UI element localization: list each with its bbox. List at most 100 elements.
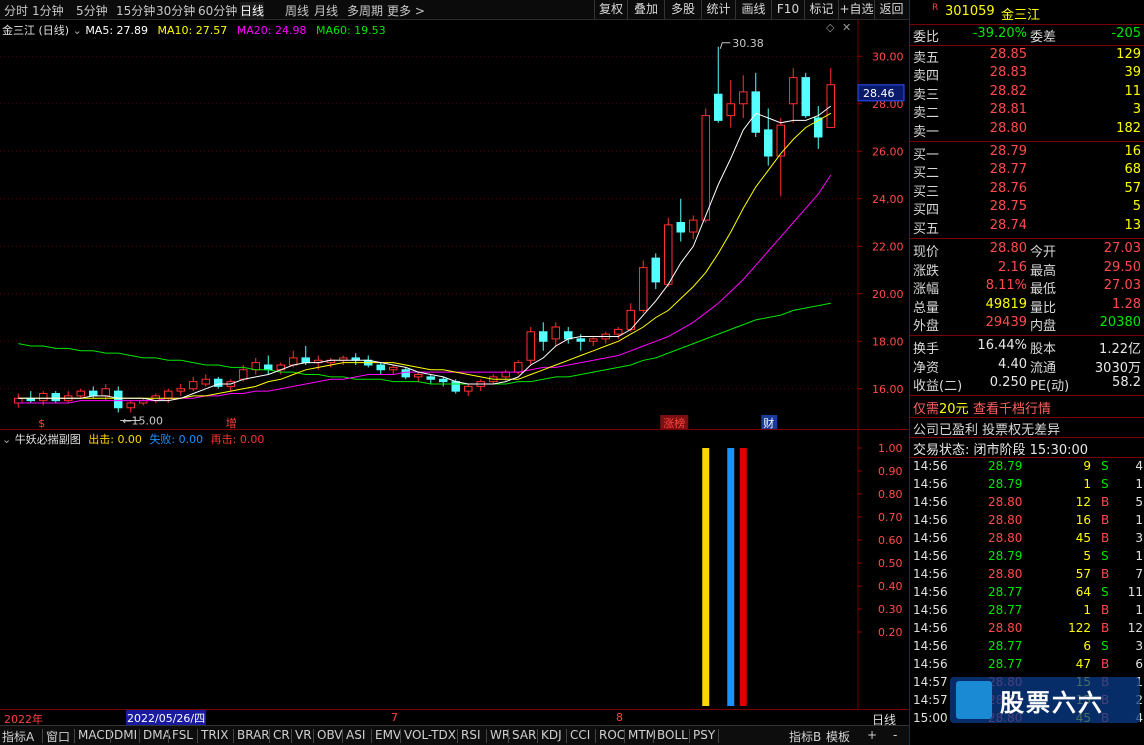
indicator-tab-4[interactable]: DMA	[143, 728, 171, 742]
chevron-down-icon[interactable]: ⌄	[73, 24, 82, 37]
stat-value-2: 29.50	[1103, 259, 1141, 275]
tick-side: S	[1101, 477, 1109, 491]
ask-price: 28.80	[989, 120, 1027, 136]
timeframe-6[interactable]: 日线	[240, 2, 265, 19]
plot-background	[0, 20, 909, 429]
separator	[910, 457, 1144, 458]
timeframe-8[interactable]: 月线	[314, 2, 338, 19]
timeframe-3[interactable]: 15分钟	[116, 2, 155, 19]
tab-divider	[371, 729, 372, 743]
candle-body	[639, 267, 648, 311]
kline-chart-area[interactable]: 30.00 28.00 26.00 24.00 22.00 20.00 18.00 16.00…	[0, 20, 909, 431]
fundamental-value: 4.40	[998, 356, 1027, 372]
ask-label: 卖一	[913, 124, 940, 140]
toolbar-button-7[interactable]: +自选	[838, 0, 874, 20]
indicator-tab-13[interactable]: VOL-TDX	[404, 728, 456, 742]
event-marker[interactable]: $	[38, 417, 45, 430]
tick-volume: 12	[1075, 495, 1091, 509]
candle-body	[89, 390, 98, 397]
toolbar-button-0[interactable]: 复权	[594, 0, 627, 20]
indicator-tab-right-0[interactable]: 指标B	[789, 728, 821, 745]
indicator-tab-8[interactable]: CR	[273, 728, 290, 742]
timeframe-0[interactable]: 分时	[4, 2, 28, 19]
timeframe-9[interactable]: 多周期	[347, 2, 383, 19]
indicator-tab-right-3[interactable]: -	[893, 728, 897, 742]
indicator-ytick-label: 0.80	[878, 488, 903, 501]
tick-side: B	[1101, 657, 1110, 671]
bid-price: 28.77	[989, 162, 1027, 178]
event-marker[interactable]: 涨榜	[663, 416, 685, 430]
toolbar-button-5[interactable]: F10	[771, 0, 804, 20]
tick-count: 11	[1127, 585, 1143, 599]
tab-divider	[457, 729, 458, 743]
indicator-tab-21[interactable]: BOLL	[657, 728, 688, 742]
indicator-tab-0[interactable]: 指标A	[2, 728, 34, 745]
indicator-tab-17[interactable]: KDJ	[541, 728, 562, 742]
bid-row: 买一 28.79 16	[910, 144, 1144, 163]
ask-label: 卖二	[913, 106, 940, 122]
bid-price: 28.76	[989, 180, 1027, 196]
toolbar-button-1[interactable]: 叠加	[627, 0, 664, 20]
toolbar-button-8[interactable]: 返回	[874, 0, 908, 20]
indicator-tab-6[interactable]: TRIX	[201, 728, 228, 742]
candle-body	[101, 388, 110, 397]
candle-body	[51, 393, 60, 402]
indicator-tab-18[interactable]: CCI	[570, 728, 590, 742]
toolbar-button-4[interactable]: 画线	[735, 0, 771, 20]
indicator-tab-5[interactable]: FSL	[172, 728, 193, 742]
close-icon[interactable]: ✕	[842, 21, 851, 34]
ask-row: 卖二 28.81 3	[910, 102, 1144, 122]
timeframe-10[interactable]: 更多 >	[387, 2, 425, 19]
indicator-tab-12[interactable]: EMV	[375, 728, 401, 742]
tick-time: 14:56	[913, 495, 948, 509]
chevron-down-icon[interactable]: ⌄	[2, 433, 11, 446]
promo-link[interactable]: 仅需 20元 查看千档行情	[910, 398, 1144, 417]
indicator-tab-16[interactable]: SAR	[512, 728, 536, 742]
event-marker[interactable]: 财	[763, 416, 774, 430]
tick-volume: 6	[1083, 639, 1091, 653]
timeframe-1[interactable]: 1分钟	[32, 2, 64, 19]
toolbar-button-3[interactable]: 统计	[701, 0, 735, 20]
indicator-s2-label: 失败:	[149, 433, 176, 446]
stat-value: 29439	[985, 315, 1027, 331]
ytick-label: 22.00	[872, 240, 904, 253]
indicator-tab-7[interactable]: BRAR	[237, 728, 270, 742]
timeframe-4[interactable]: 30分钟	[156, 2, 195, 19]
candle-body	[189, 381, 198, 390]
tick-side: B	[1101, 531, 1110, 545]
indicator-tab-10[interactable]: OBV	[317, 728, 343, 742]
indicator-tab-22[interactable]: PSY	[693, 728, 715, 742]
indicator-tab-19[interactable]: ROC	[599, 728, 625, 742]
kline-chart[interactable]: 30.0028.0026.0024.0022.0020.0018.0016.00…	[0, 20, 909, 431]
indicator-tab-3[interactable]: DMI	[114, 728, 137, 742]
indicator-chart-area[interactable]: 1.00 0.90 0.80 0.70 0.60 0.50 0.40 0.30 0.20	[0, 429, 909, 710]
event-marker[interactable]: 增	[226, 416, 237, 430]
tab-divider	[624, 729, 625, 743]
indicator-tab-1[interactable]: 窗口	[46, 728, 70, 745]
indicator-tab-9[interactable]: VR	[295, 728, 312, 742]
tick-price: 28.80	[988, 495, 1023, 509]
indicator-tab-11[interactable]: ASI	[346, 728, 365, 742]
indicator-tab-right-1[interactable]: 模板	[826, 728, 850, 745]
candle-body	[614, 328, 623, 335]
candle-body	[701, 115, 710, 221]
timeframe-7[interactable]: 周线	[285, 2, 309, 19]
timeframe-2[interactable]: 5分钟	[76, 2, 108, 19]
diamond-icon[interactable]: ◇	[826, 21, 834, 34]
tab-divider	[168, 729, 169, 743]
indicator-chart[interactable]: 1.00 0.90 0.80 0.70 0.60 0.50 0.40 0.30 0.20	[0, 430, 909, 710]
indicator-ytick-label: 0.90	[878, 465, 903, 478]
indicator-tab-2[interactable]: MACD	[78, 728, 114, 742]
toolbar-button-2[interactable]: 多股	[664, 0, 701, 20]
candle-body	[201, 378, 210, 385]
toolbar-button-6[interactable]: 标记	[804, 0, 838, 20]
tick-count: 4	[1135, 459, 1143, 473]
tick-time: 14:56	[913, 621, 948, 635]
indicator-tab-right-2[interactable]: +	[867, 728, 877, 742]
indicator-tab-14[interactable]: RSI	[461, 728, 481, 742]
fundamental-label: 换手	[913, 342, 940, 357]
timeframe-5[interactable]: 60分钟	[198, 2, 237, 19]
separator	[910, 395, 1144, 396]
tick-price: 28.80	[988, 621, 1023, 635]
indicator-tab-20[interactable]: MTM	[628, 728, 656, 742]
